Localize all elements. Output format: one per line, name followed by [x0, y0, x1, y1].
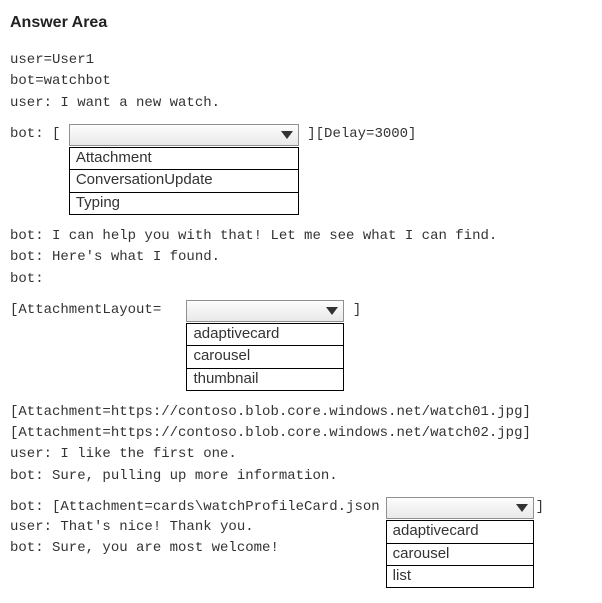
chevron-down-icon: [515, 503, 529, 513]
text-close-bracket-3: ]: [536, 497, 544, 517]
line-user-decl: user=User1: [10, 50, 592, 70]
text-delay: ][Delay=3000]: [307, 126, 416, 142]
dropdown-1-option[interactable]: ConversationUpdate: [70, 170, 298, 192]
chevron-down-icon: [325, 306, 339, 316]
dropdown-2-option[interactable]: carousel: [187, 346, 343, 368]
line-attachment-layout: [AttachmentLayout= adaptivecard carousel…: [10, 300, 592, 391]
chevron-down-icon: [280, 130, 294, 140]
text-attlayout-open: [AttachmentLayout=: [10, 302, 161, 318]
dropdown-2-option[interactable]: adaptivecard: [187, 324, 343, 346]
dropdown-1-option[interactable]: Attachment: [70, 148, 298, 170]
dropdown-3-option[interactable]: adaptivecard: [387, 521, 533, 543]
line-attachment-2: [Attachment=https://contoso.blob.core.wi…: [10, 423, 592, 443]
line-bot-msg3: bot:: [10, 269, 592, 289]
text-close-bracket: ]: [353, 302, 361, 318]
line-bot-decl: bot=watchbot: [10, 71, 592, 91]
line-bot-select1: bot: [ Attachment ConversationUpdate Typ…: [10, 124, 592, 215]
page-title: Answer Area: [10, 14, 592, 32]
text-bot-open: bot: [: [10, 126, 60, 142]
line-bot-msg4: bot: Sure, pulling up more information.: [10, 466, 592, 486]
text-card-open: bot: [Attachment=cards\watchProfileCard.…: [10, 499, 380, 515]
dropdown-3[interactable]: [386, 497, 534, 519]
dropdown-2-option[interactable]: thumbnail: [187, 369, 343, 390]
line-bot-msg5: bot: Sure, you are most welcome!: [10, 538, 380, 558]
dropdown-1-option[interactable]: Typing: [70, 193, 298, 214]
dropdown-2-list[interactable]: adaptivecard carousel thumbnail: [186, 323, 344, 391]
dropdown-3-option[interactable]: list: [387, 566, 533, 587]
line-attachment-1: [Attachment=https://contoso.blob.core.wi…: [10, 402, 592, 422]
line-user-msg2: user: I like the first one.: [10, 444, 592, 464]
dropdown-2[interactable]: [186, 300, 344, 322]
dropdown-3-option[interactable]: carousel: [387, 544, 533, 566]
dropdown-1[interactable]: [69, 124, 299, 146]
line-user-msg1: user: I want a new watch.: [10, 93, 592, 113]
line-bot-card: bot: [Attachment=cards\watchProfileCard.…: [10, 497, 592, 588]
line-bot-msg1: bot: I can help you with that! Let me se…: [10, 226, 592, 246]
dropdown-3-list[interactable]: adaptivecard carousel list: [386, 520, 534, 588]
line-user-msg3: user: That's nice! Thank you.: [10, 517, 380, 537]
line-bot-msg2: bot: Here's what I found.: [10, 247, 592, 267]
dropdown-1-list[interactable]: Attachment ConversationUpdate Typing: [69, 147, 299, 215]
